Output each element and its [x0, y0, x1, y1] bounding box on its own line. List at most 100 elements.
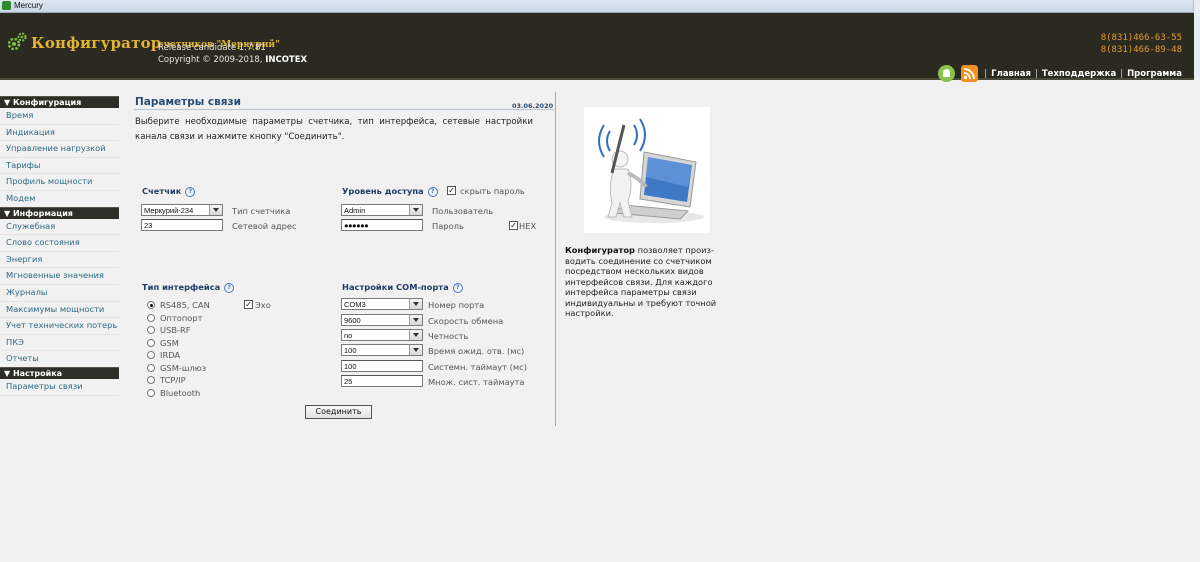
- radio-label-optoport: Оптопорт: [160, 313, 203, 323]
- meter-label: Счетчик: [142, 186, 182, 196]
- chevron-down-icon[interactable]: [209, 205, 222, 215]
- content-divider: [555, 92, 556, 426]
- sidebar-item-power-max[interactable]: Максимумы мощности: [0, 302, 119, 319]
- radio-label-gsm-gateway: GSM-шлюз: [160, 363, 207, 373]
- copyright-text: Copyright © 2009-2018, INCOTEX: [158, 55, 307, 65]
- echo-checkbox[interactable]: ✓: [244, 300, 253, 309]
- android-icon[interactable]: [938, 65, 956, 82]
- sidebar-item-status-word[interactable]: Слово состояния: [0, 235, 119, 252]
- sidebar-item-time[interactable]: Время: [0, 108, 119, 125]
- sidebar-item-tariffs[interactable]: Тарифы: [0, 158, 119, 175]
- com-port-label: Номер порта: [428, 300, 485, 310]
- help-icon[interactable]: ?: [185, 187, 196, 197]
- connect-button[interactable]: Соединить: [305, 405, 372, 419]
- gears-icon: [7, 32, 27, 51]
- sidebar-item-load-control[interactable]: Управление нагрузкой: [0, 141, 119, 158]
- sidebar-item-energy[interactable]: Энергия: [0, 252, 119, 269]
- chevron-down-icon[interactable]: [409, 299, 422, 309]
- sidebar-item-service[interactable]: Служебная: [0, 219, 119, 236]
- sidebar-item-connection-params[interactable]: Параметры связи: [0, 379, 119, 396]
- sidebar-section-settings[interactable]: ▼ Настройка: [0, 366, 119, 379]
- window-titlebar: Mercury: [0, 0, 1200, 13]
- radio-label-gsm: GSM: [160, 338, 179, 348]
- sidebar-item-indication[interactable]: Индикация: [0, 125, 119, 142]
- sidebar-item-reports[interactable]: Отчеты: [0, 351, 119, 367]
- info-text-body: позволяет произ-водить соединение со сче…: [565, 245, 717, 318]
- sidebar-item-pke[interactable]: ПКЭ: [0, 335, 119, 352]
- sidebar-item-modem[interactable]: Модем: [0, 191, 119, 207]
- parity-value: no: [344, 331, 353, 340]
- site-header: Конфигуратор счетчиков "Меркурий" Releas…: [0, 13, 1194, 82]
- com-section-label: Настройки COM-порта?: [342, 282, 463, 293]
- sidebar-item-instant-values[interactable]: Мгновенные значения: [0, 268, 119, 285]
- phone-numbers: 8(831)466-63-55 8(831)466-89-48: [1101, 32, 1182, 56]
- access-level-select[interactable]: Admin: [341, 204, 423, 216]
- sidebar-section-info[interactable]: ▼ Информация: [0, 206, 119, 219]
- timeout-multiplier-input[interactable]: 25: [341, 375, 423, 387]
- baud-rate-select[interactable]: 9600: [341, 314, 423, 326]
- radio-usb-rf[interactable]: [147, 326, 155, 334]
- network-address-label: Сетевой адрес: [232, 221, 297, 231]
- app-icon: [2, 1, 11, 10]
- meter-section-label: Счетчик?: [142, 186, 196, 197]
- nav-home[interactable]: Главная: [991, 69, 1031, 79]
- nav-program[interactable]: Программа: [1127, 69, 1182, 79]
- rss-icon[interactable]: [961, 65, 979, 82]
- sidebar-item-power-profile[interactable]: Профиль мощности: [0, 174, 119, 191]
- interface-label: Тип интерфейса: [142, 282, 221, 292]
- com-label: Настройки COM-порта: [342, 282, 449, 292]
- copyright-company: INCOTEX: [265, 55, 308, 65]
- password-label: Пароль: [432, 221, 464, 231]
- hex-checkbox[interactable]: ✓: [509, 221, 518, 230]
- sidebar-item-tech-losses[interactable]: Учет технических потерь: [0, 318, 119, 335]
- radio-irda[interactable]: [147, 351, 155, 359]
- user-label: Пользователь: [432, 206, 494, 216]
- window-title: Mercury: [14, 1, 43, 10]
- nav-support[interactable]: Техподдержка: [1042, 69, 1116, 79]
- sidebar: ▼ Конфигурация Время Индикация Управлени…: [0, 96, 119, 396]
- baud-rate-label: Скорость обмена: [428, 316, 504, 326]
- top-nav: | Главная | Техподдержка | Программа: [938, 65, 1182, 82]
- sidebar-item-journals[interactable]: Журналы: [0, 285, 119, 302]
- timeout-multiplier-label: Множ. сист. таймаута: [428, 377, 525, 387]
- parity-label: Четность: [428, 331, 469, 341]
- parity-select[interactable]: no: [341, 329, 423, 341]
- response-wait-value: 100: [344, 346, 357, 355]
- radio-gsm-gateway[interactable]: [147, 364, 155, 372]
- system-timeout-input[interactable]: 100: [341, 360, 423, 372]
- response-wait-label: Время ожид. отв. (мс): [428, 346, 525, 356]
- page-description: Выберите необходимые параметры счетчика,…: [135, 117, 533, 142]
- help-icon[interactable]: ?: [452, 283, 463, 293]
- nav-separator: |: [984, 68, 988, 79]
- chevron-down-icon[interactable]: [409, 330, 422, 340]
- nav-separator: |: [1120, 68, 1124, 79]
- chevron-down-icon[interactable]: [409, 205, 422, 215]
- radio-tcp-ip[interactable]: [147, 376, 155, 384]
- radio-label-irda: IRDA: [160, 350, 181, 360]
- network-address-input[interactable]: 23: [141, 219, 223, 231]
- nav-separator: |: [1035, 68, 1038, 79]
- com-port-value: COM3: [344, 300, 366, 309]
- radio-rs485[interactable]: [147, 301, 155, 309]
- com-port-select[interactable]: COM3: [341, 298, 423, 310]
- phone-1: 8(831)466-63-55: [1100, 33, 1182, 43]
- hide-password-checkbox[interactable]: ✓: [447, 186, 456, 195]
- page-title: Параметры связи: [135, 96, 241, 108]
- chevron-down-icon[interactable]: [409, 345, 422, 355]
- meter-type-select[interactable]: Меркурий-234: [141, 204, 223, 216]
- interface-section-label: Тип интерфейса?: [142, 282, 235, 293]
- app-name: Конфигуратор: [31, 34, 162, 52]
- sidebar-section-config[interactable]: ▼ Конфигурация: [0, 96, 119, 108]
- access-level-value: Admin: [344, 206, 366, 215]
- help-icon[interactable]: ?: [224, 283, 235, 293]
- meter-type-label: Тип счетчика: [232, 206, 291, 216]
- radio-gsm[interactable]: [147, 339, 155, 347]
- chevron-down-icon[interactable]: [409, 315, 422, 325]
- radio-optoport[interactable]: [147, 314, 155, 322]
- help-icon[interactable]: ?: [427, 187, 438, 197]
- password-input[interactable]: ●●●●●●: [341, 219, 423, 231]
- response-wait-select[interactable]: 100: [341, 344, 423, 356]
- connection-illustration-icon: [584, 107, 710, 233]
- title-divider: [134, 109, 554, 110]
- radio-bluetooth[interactable]: [147, 389, 155, 397]
